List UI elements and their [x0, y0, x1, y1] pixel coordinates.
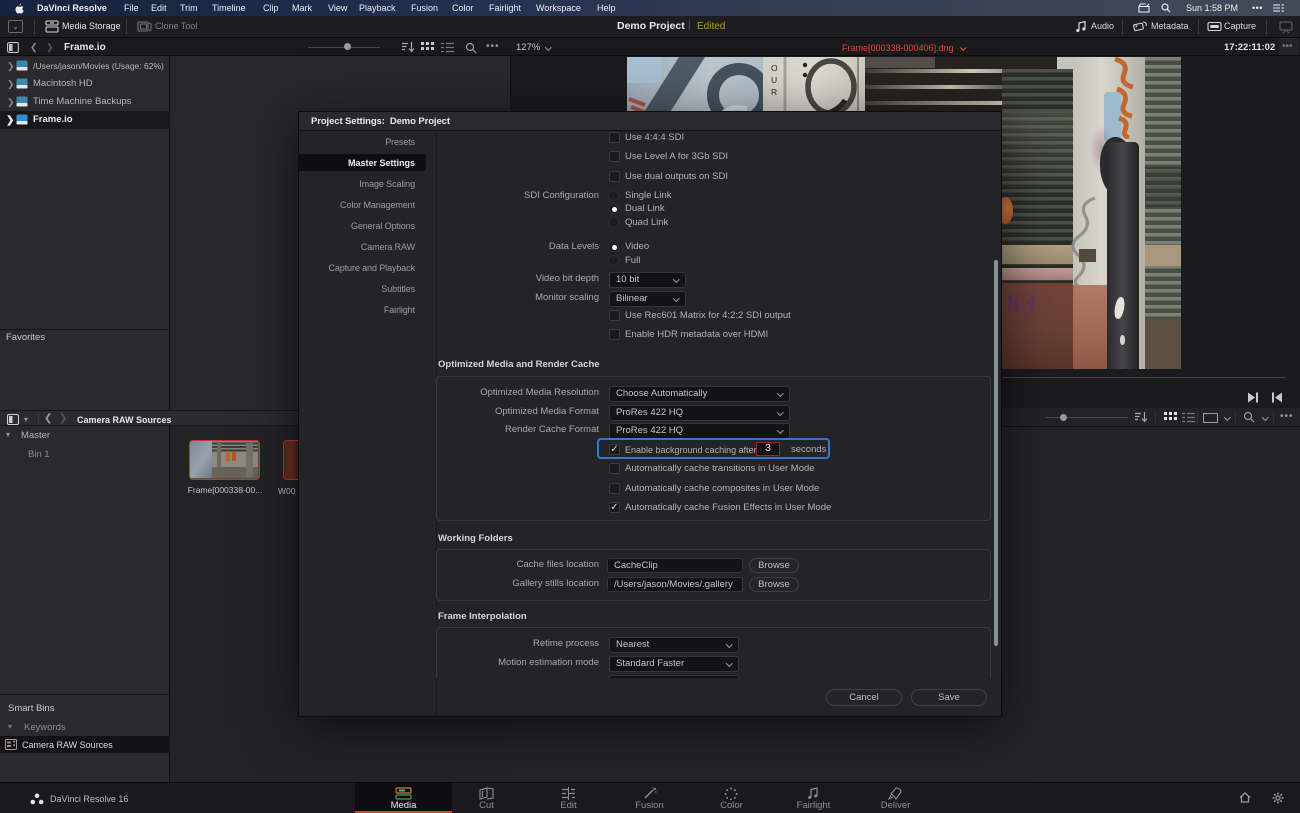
svg-text:O: O — [771, 63, 778, 73]
svg-text:R: R — [771, 87, 777, 97]
svg-text:U: U — [771, 75, 777, 85]
